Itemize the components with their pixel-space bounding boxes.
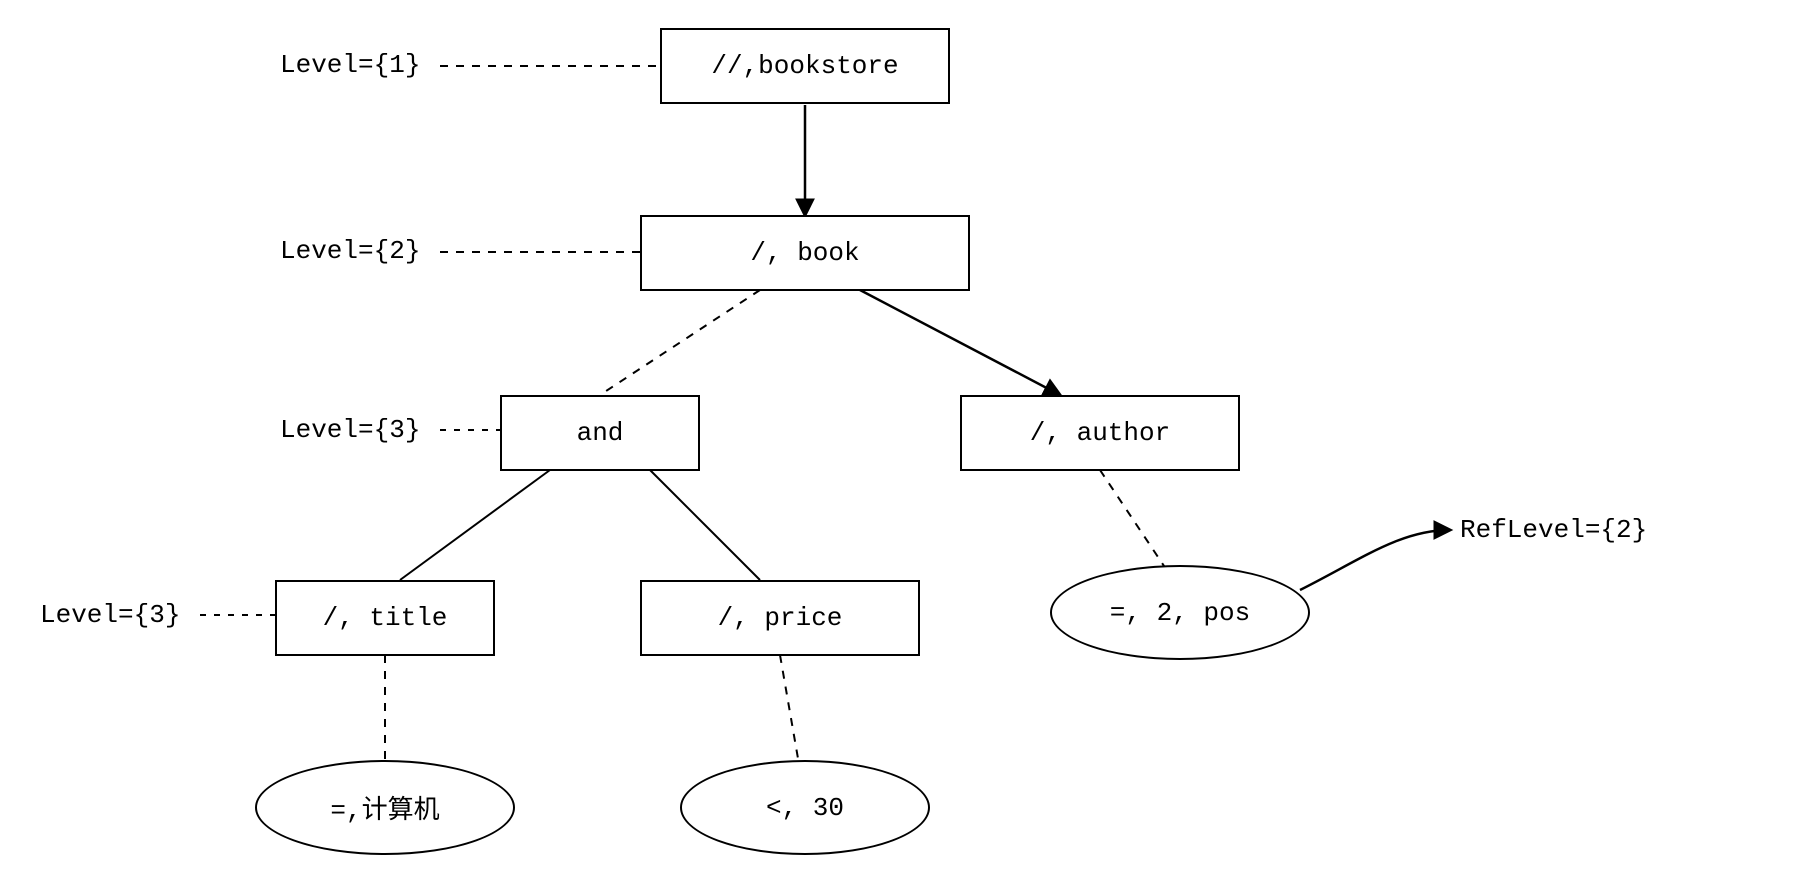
node-pos-condition: =, 2, pos [1050,565,1310,660]
node-title: /, title [275,580,495,656]
level-2-label: Level={2} [280,236,420,266]
node-author: /, author [960,395,1240,471]
level-3a-label: Level={3} [280,415,420,445]
node-title-condition: =,计算机 [255,760,515,855]
diagram-stage: Level={1} Level={2} Level={3} Level={3} … [0,0,1800,885]
connector-lines [0,0,1800,885]
node-and: and [500,395,700,471]
level-3b-label: Level={3} [40,600,180,630]
level-1-label: Level={1} [280,50,420,80]
reflevel-label: RefLevel={2} [1460,515,1647,545]
node-price-condition: <, 30 [680,760,930,855]
node-book: /, book [640,215,970,291]
node-price: /, price [640,580,920,656]
node-bookstore: //,bookstore [660,28,950,104]
